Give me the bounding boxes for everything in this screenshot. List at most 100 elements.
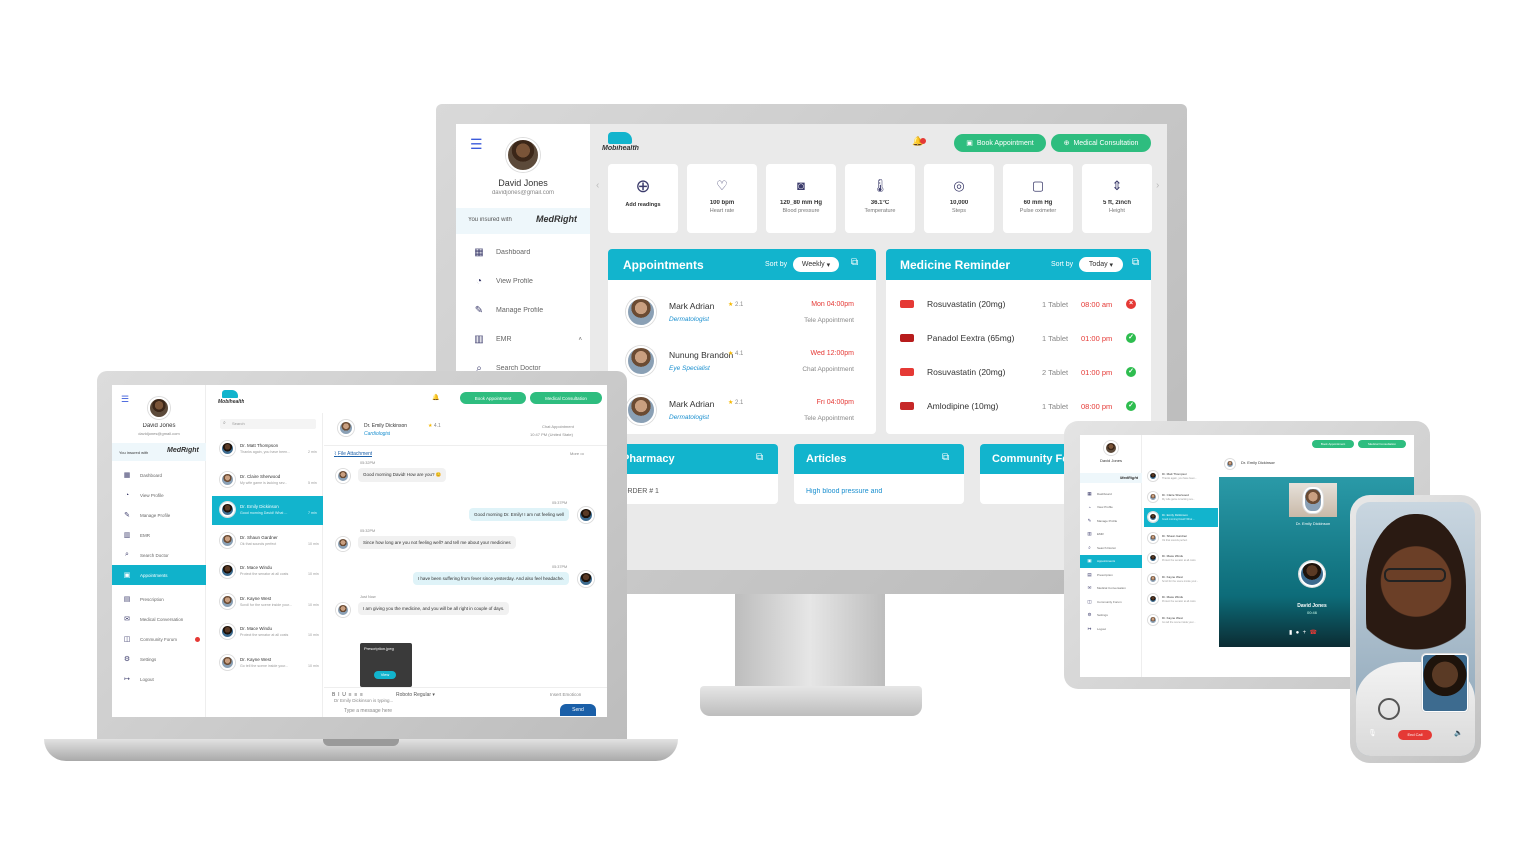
contact-item[interactable]: Dr. Mace Windu Protect the senator at all… — [212, 557, 323, 586]
open-external-icon[interactable]: ⧉ — [756, 452, 763, 463]
sidebar-item-emr[interactable]: ▥ EMR — [1080, 528, 1142, 542]
sort-dropdown[interactable]: Weekly ▾ — [793, 257, 839, 272]
notification-bell-icon[interactable]: 🔔 — [912, 136, 932, 150]
vitals-prev-icon[interactable]: ‹ — [596, 180, 599, 191]
contact-item[interactable]: Dr. Emily Dickinson Good morning David! W… — [1144, 508, 1218, 527]
chevron-up-icon[interactable]: ˄ — [578, 337, 582, 343]
sidebar-item-search-doctor[interactable]: ⌕ Search Doctor — [1080, 541, 1142, 555]
sidebar-item-medical-conversation[interactable]: ✉ Medical Conversation — [1080, 582, 1142, 596]
message-input[interactable]: Type a message here — [344, 708, 392, 714]
sidebar-item-medical-conversation[interactable]: ✉ Medical Conversation — [112, 609, 206, 629]
thermometer-icon: 🌡 — [871, 178, 889, 193]
contact-item[interactable]: Dr. Kayne West Scroll for the scene insid… — [1144, 570, 1218, 589]
contact-item[interactable]: Dr. Matt Thompson Thanks again, you have … — [1144, 467, 1218, 486]
medicine-name: Rosuvastatin (20mg) — [927, 367, 1006, 377]
contact-item[interactable]: Dr. Mace Windu Protect the senator at all… — [1144, 590, 1218, 609]
height-icon: ⇕ — [1111, 178, 1123, 193]
medical-conversation-icon: ✉ — [1087, 585, 1092, 591]
medicine-row[interactable]: Panadol Eextra (65mg) 1 Tablet 01:00 pm ✓ — [886, 325, 1151, 353]
sidebar-item-view-profile[interactable]: ◔ View Profile — [1080, 501, 1142, 515]
medical-consultation-button[interactable]: Medical Consultation — [1358, 440, 1406, 448]
sidebar-item-dashboard[interactable]: ▦ Dashboard — [112, 465, 206, 485]
sidebar-item-logout[interactable]: ↦ Logout — [112, 669, 206, 689]
medicine-row[interactable]: Rosuvastatin (20mg) 1 Tablet 08:00 am × — [886, 291, 1151, 319]
insert-emoticon[interactable]: Insert Emoticon — [550, 692, 581, 697]
medical-consultation-button[interactable]: Medical Consultation — [530, 392, 602, 404]
open-external-icon[interactable]: ⧉ — [942, 452, 949, 463]
sidebar-item-label: Dashboard — [140, 472, 163, 478]
sidebar-item-settings[interactable]: ⚙ Settings — [1080, 609, 1142, 623]
medical-consultation-button[interactable]: ⊕ Medical Consultation — [1051, 134, 1151, 152]
notification-bell-icon[interactable]: 🔔 — [432, 394, 439, 401]
search-placeholder: Search — [232, 421, 245, 426]
sidebar-item-view-profile[interactable]: ◔ View Profile — [112, 485, 206, 505]
format-toolbar[interactable]: B I U ≡ ≡ ≡ — [332, 692, 363, 698]
medicine-row[interactable]: Amlodipine (10mg) 1 Tablet 08:00 pm ✓ — [886, 393, 1151, 421]
sidebar-item-dashboard[interactable]: ▦ Dashboard — [456, 238, 590, 267]
appointment-time: 10:47 PM (United State) — [530, 432, 573, 437]
sidebar-item-view-profile[interactable]: ◔ View Profile — [456, 267, 590, 296]
contact-item[interactable]: Dr. Shaun Gardner Ok that sounds perfect — [1144, 529, 1218, 548]
sidebar-item-appointments[interactable]: ▣ Appointments — [1080, 554, 1142, 568]
attachment-thumbnail[interactable]: Prescription.jpeg View — [360, 643, 412, 687]
sidebar-item-label: Dashboard — [496, 249, 531, 256]
sidebar-item-manage-profile[interactable]: ✎ Manage Profile — [456, 296, 590, 325]
book-appointment-button[interactable]: ▣ Book Appointment — [954, 134, 1046, 152]
call-controls[interactable]: ▮ ● + ☎ — [1289, 629, 1317, 636]
vital-card-oximeter: ▢ 60 mm Hg Pulse oximeter — [1003, 164, 1073, 233]
articles-snippet[interactable]: High blood pressure and — [806, 488, 882, 495]
speaker-icon[interactable]: 🔈 — [1454, 729, 1463, 737]
sidebar-item-manage-profile[interactable]: ✎ Manage Profile — [112, 505, 206, 525]
vitals-next-icon[interactable]: › — [1156, 180, 1159, 191]
avatar[interactable] — [148, 397, 170, 419]
vital-card-plus-circle[interactable]: ⊕ Add readings — [608, 164, 678, 233]
contact-avatar — [1148, 532, 1158, 543]
search-input[interactable]: ⌕ Search — [220, 419, 316, 429]
mic-icon[interactable]: 🎙 — [1368, 729, 1377, 737]
menu-toggle-icon[interactable]: ☰ — [470, 136, 483, 153]
avatar[interactable] — [506, 138, 540, 172]
sidebar-item-prescription[interactable]: ▤ Prescription — [112, 589, 206, 609]
contact-item[interactable]: Dr. Mace Windu Protect the senator at all… — [1144, 549, 1218, 568]
sidebar-item-manage-profile[interactable]: ✎ Manage Profile — [1080, 514, 1142, 528]
contact-item[interactable]: Dr. Kayne West Scroll for the scene insid… — [212, 588, 323, 617]
contact-item[interactable]: Dr. Kayne West Go tell the scene inside y… — [1144, 611, 1218, 630]
paperclip-icon: ⌇ — [334, 451, 337, 457]
medicine-row[interactable]: Rosuvastatin (20mg) 2 Tablet 01:00 pm ✓ — [886, 359, 1151, 387]
sidebar-item-prescription[interactable]: ▤ Prescription — [1080, 568, 1142, 582]
sidebar-item-appointments[interactable]: ▣ Appointments — [112, 565, 206, 585]
font-select[interactable]: Roboto Regular ▾ — [396, 692, 435, 698]
plus-circle-icon[interactable]: ⊕ — [608, 176, 678, 196]
video-header: Dr. Emily Dickinson — [1219, 455, 1414, 475]
contact-item[interactable]: Dr. Claire Sherwood My wife game is lacki… — [1144, 488, 1218, 507]
contact-item[interactable]: Dr. Mace Windu Protect the senator at all… — [212, 618, 323, 647]
sidebar-item-community-forum[interactable]: ◫ Community Forum — [112, 629, 206, 649]
sidebar-item-community-forum[interactable]: ◫ Community Forum — [1080, 595, 1142, 609]
sort-dropdown[interactable]: Today ▾ — [1079, 257, 1123, 272]
sidebar: David Jones MedRight ▦ Dashboard ◔ View Pro… — [1080, 435, 1142, 677]
end-call-button[interactable]: End Call — [1398, 730, 1432, 740]
sidebar-item-logout[interactable]: ↦ Logout — [1080, 622, 1142, 636]
appointment-row[interactable]: Mark Adrian ★ 2.1 Dermatologist Fri 04:00pm… — [608, 387, 876, 433]
book-appointment-button[interactable]: Book Appointment — [1312, 440, 1354, 448]
appointment-row[interactable]: Nunung Brandon ★ 4.1 Eye Specialist Wed 12:… — [608, 338, 876, 384]
sidebar-item-dashboard[interactable]: ▦ Dashboard — [1080, 487, 1142, 501]
appointment-row[interactable]: Mark Adrian ★ 2.1 Dermatologist Mon 04:00pm… — [608, 289, 876, 335]
more-menu[interactable]: More ••• — [570, 451, 584, 456]
file-attachment-link[interactable]: ⌇ File Attachment — [334, 451, 372, 457]
contact-item[interactable]: Dr. Kayne West Go tell the scene inside y… — [212, 649, 323, 678]
open-external-icon[interactable]: ⧉ — [1132, 257, 1139, 268]
sidebar-item-emr[interactable]: ▥ EMR — [112, 525, 206, 545]
contact-item[interactable]: Dr. Matt Thompson Thanks again, you have … — [212, 435, 323, 464]
view-attachment-button[interactable]: View — [374, 671, 396, 679]
sidebar-item-settings[interactable]: ⚙ Settings — [112, 649, 206, 669]
contact-item[interactable]: Dr. Shaun Gardner Ok that sounds perfect 1… — [212, 527, 323, 556]
menu-toggle-icon[interactable]: ☰ — [121, 394, 129, 405]
sidebar-item-emr[interactable]: ▥ EMR ˄ — [456, 325, 590, 354]
sidebar-item-search-doctor[interactable]: ⌕ Search Doctor — [112, 545, 206, 565]
contact-item[interactable]: Dr. Emily Dickinson Good morning David! W… — [212, 496, 323, 525]
send-button[interactable]: Send — [560, 704, 596, 716]
contact-item[interactable]: Dr. Claire Sherwood My wife game is lacki… — [212, 466, 323, 495]
book-appointment-button[interactable]: Book Appointment — [460, 392, 526, 404]
open-external-icon[interactable]: ⧉ — [851, 257, 858, 268]
